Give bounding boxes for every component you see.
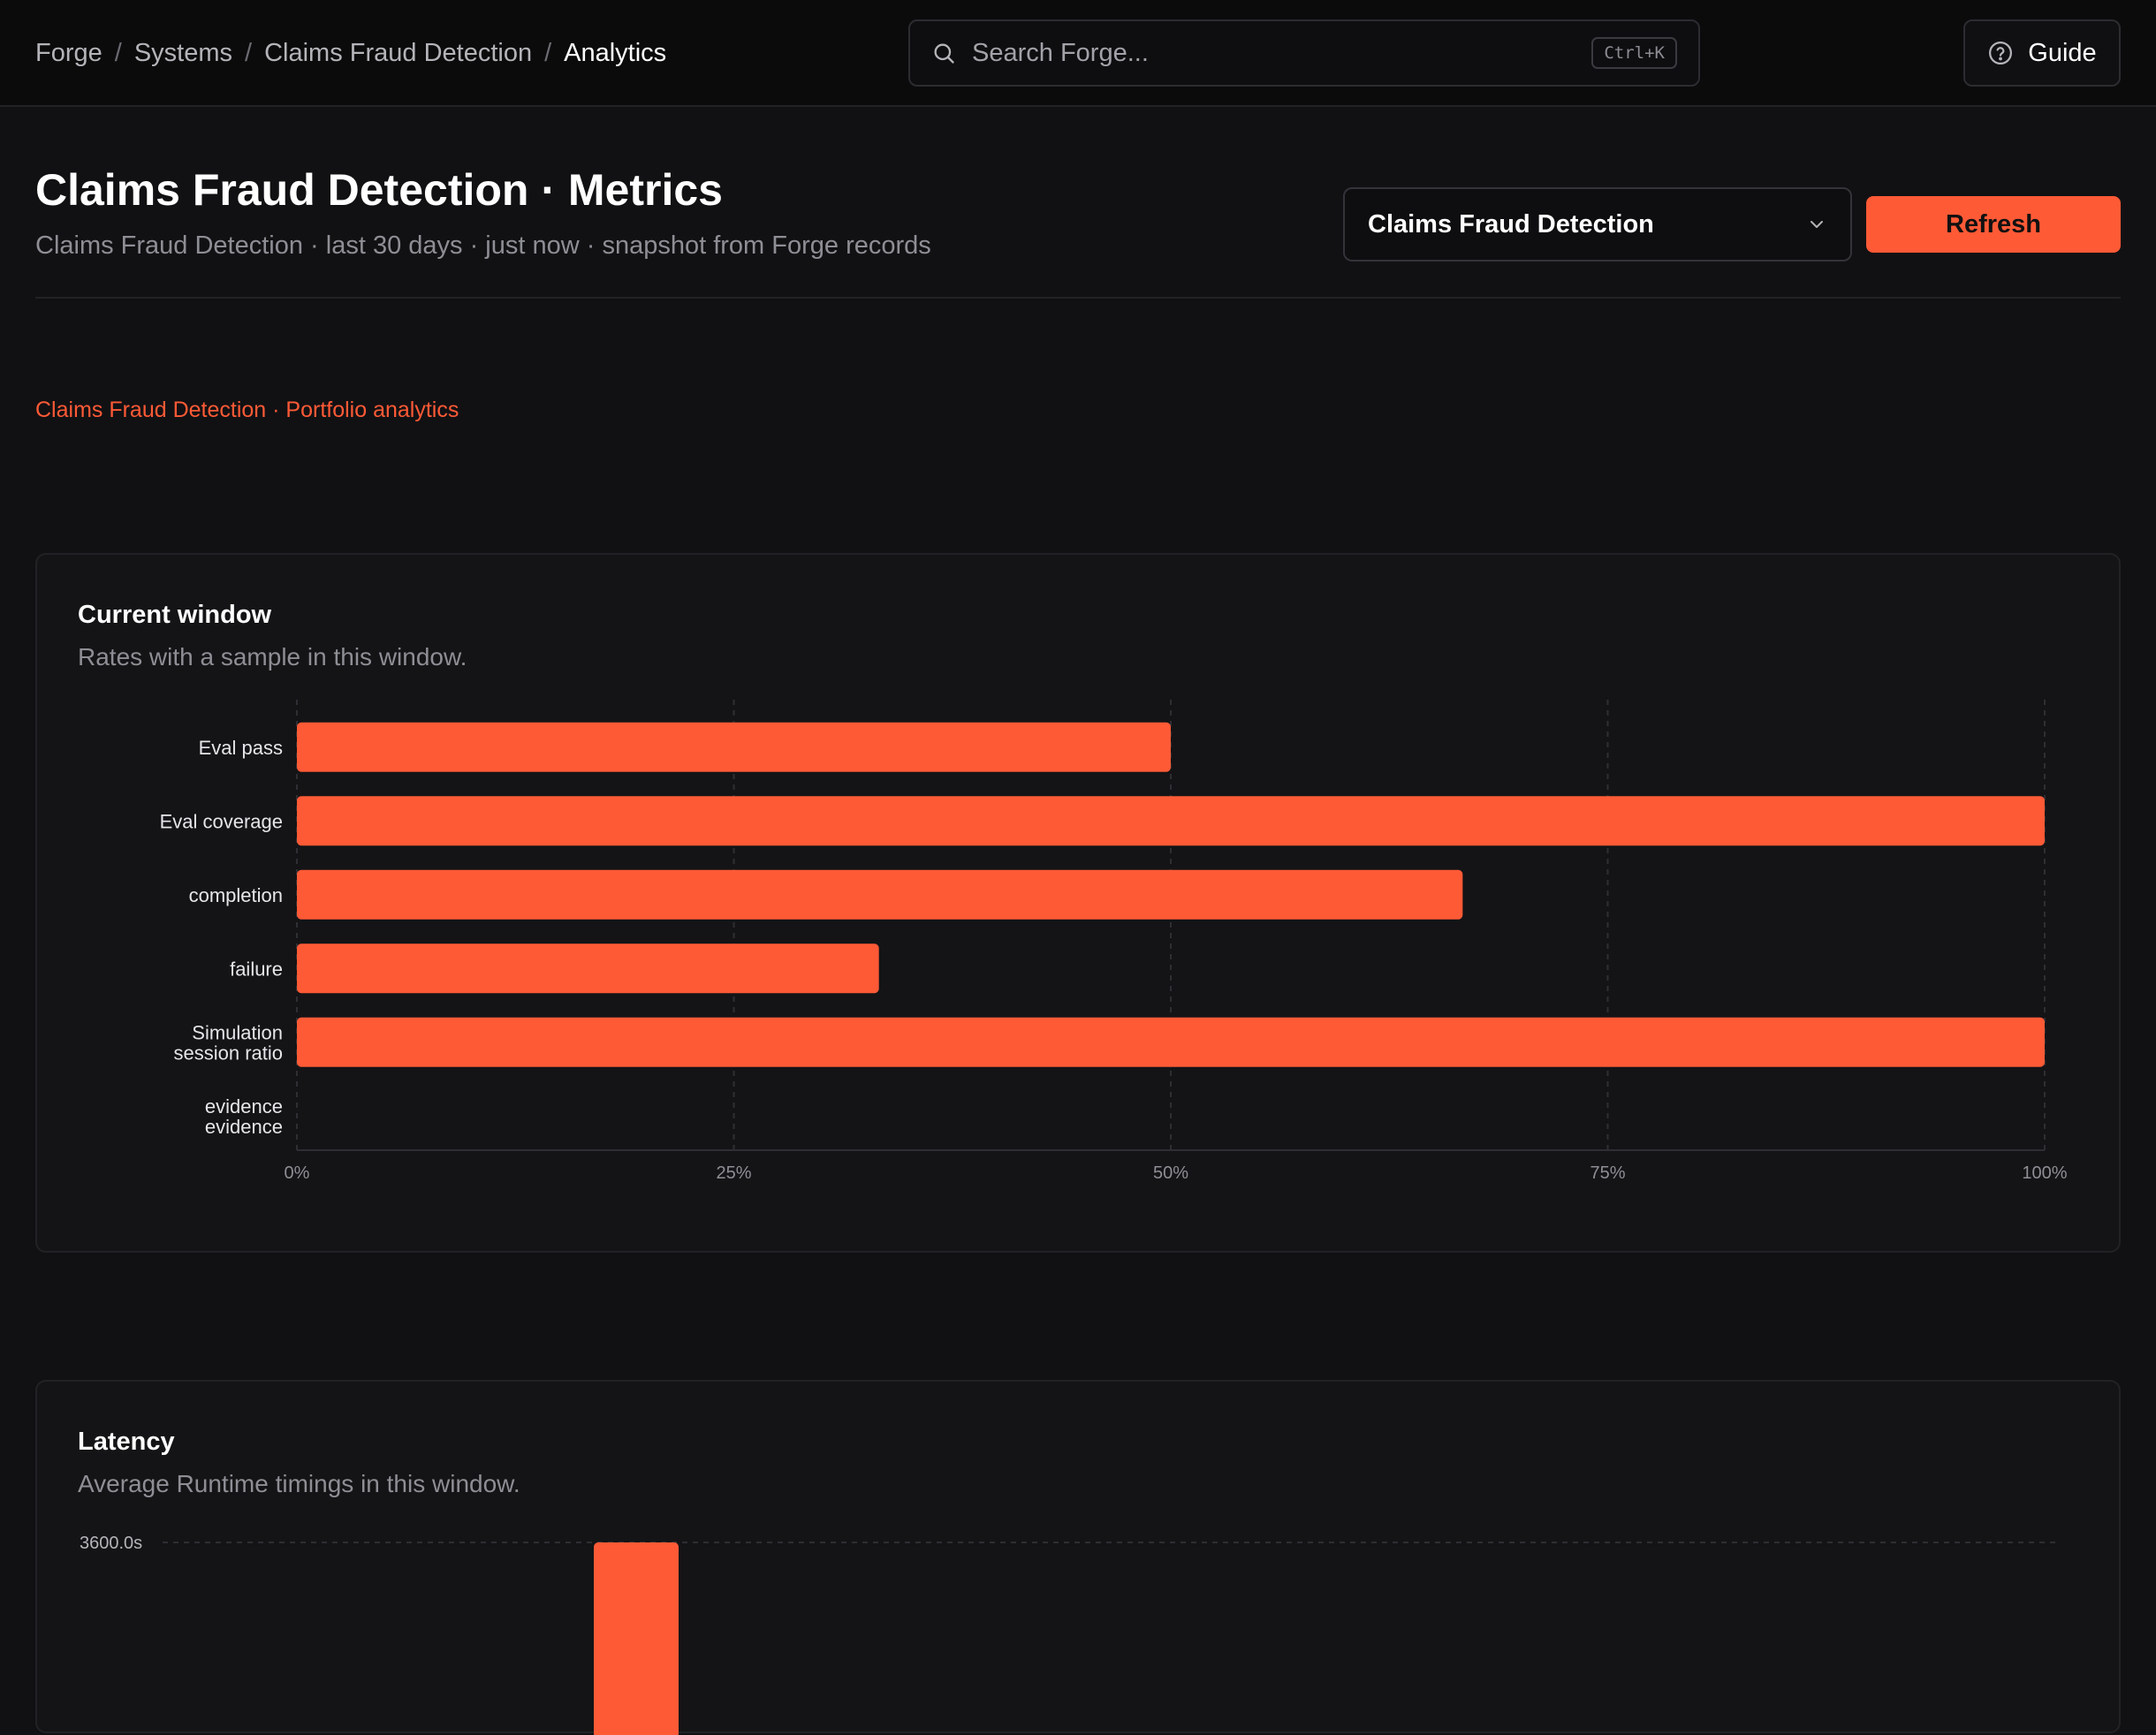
bar xyxy=(297,722,1171,772)
latency-card: Latency Average Runtime timings in this … xyxy=(35,1380,2121,1735)
bar xyxy=(594,1542,679,1735)
bar xyxy=(297,943,879,994)
x-tick-label: 75% xyxy=(1590,1163,1625,1183)
page-subtitle: Claims Fraud Detection · last 30 days · … xyxy=(35,231,931,260)
guide-button-label: Guide xyxy=(2028,38,2097,67)
latency-bar-chart: 3600.0s xyxy=(80,1534,2059,1735)
search-icon xyxy=(934,43,954,64)
current-window-card: Current window Rates with a sample in th… xyxy=(35,553,2121,1253)
breadcrumb-item-system[interactable]: Claims Fraud Detection xyxy=(264,39,532,68)
search-shortcut-hint: Ctrl+K xyxy=(1591,37,1677,69)
refresh-button[interactable]: Refresh xyxy=(1866,196,2121,253)
breadcrumb-item-systems[interactable]: Systems xyxy=(134,39,232,68)
y-tick-label: 3600.0s xyxy=(80,1534,142,1553)
header-divider xyxy=(35,297,2121,299)
search-placeholder: Search Forge... xyxy=(972,38,1149,67)
breadcrumb-separator: / xyxy=(245,38,253,67)
system-select[interactable]: Claims Fraud Detection xyxy=(1343,187,1852,261)
bar xyxy=(297,796,2045,846)
category-label: evidence xyxy=(205,1116,283,1138)
category-label: session ratio xyxy=(173,1042,283,1064)
top-bar: Forge / Systems / Claims Fraud Detection… xyxy=(0,0,2156,107)
page-title: Claims Fraud Detection · Metrics xyxy=(35,165,723,215)
x-tick-label: 25% xyxy=(716,1163,751,1183)
portfolio-analytics-link[interactable]: Claims Fraud Detection · Portfolio analy… xyxy=(35,398,459,423)
bar xyxy=(297,1017,2045,1067)
category-label: evidence xyxy=(205,1095,283,1118)
guide-button[interactable]: Guide xyxy=(1963,19,2121,87)
category-label: Eval pass xyxy=(199,737,283,759)
breadcrumb-separator: / xyxy=(544,38,552,67)
x-tick-label: 100% xyxy=(2022,1163,2067,1183)
search-input[interactable]: Search Forge... Ctrl+K xyxy=(908,19,1700,87)
category-label: failure xyxy=(230,958,283,980)
breadcrumb-current: Analytics xyxy=(564,38,667,67)
category-label: Simulation xyxy=(192,1021,283,1043)
help-circle-icon xyxy=(1989,42,2013,64)
system-select-value: Claims Fraud Detection xyxy=(1368,209,1654,239)
x-tick-label: 0% xyxy=(285,1163,310,1183)
breadcrumb: Forge / Systems / Claims Fraud Detection… xyxy=(35,35,666,71)
category-label: completion xyxy=(189,884,283,906)
x-tick-label: 50% xyxy=(1153,1163,1188,1183)
bar xyxy=(297,869,1463,920)
category-label: Eval coverage xyxy=(160,810,283,832)
chevron-down-icon xyxy=(1811,221,1823,228)
breadcrumb-separator: / xyxy=(114,38,122,67)
breadcrumb-item-forge[interactable]: Forge xyxy=(35,39,102,68)
rates-bar-chart: 0% 25% 50% 75% 100% Eval pass Eval coverage com… xyxy=(160,700,2068,1183)
